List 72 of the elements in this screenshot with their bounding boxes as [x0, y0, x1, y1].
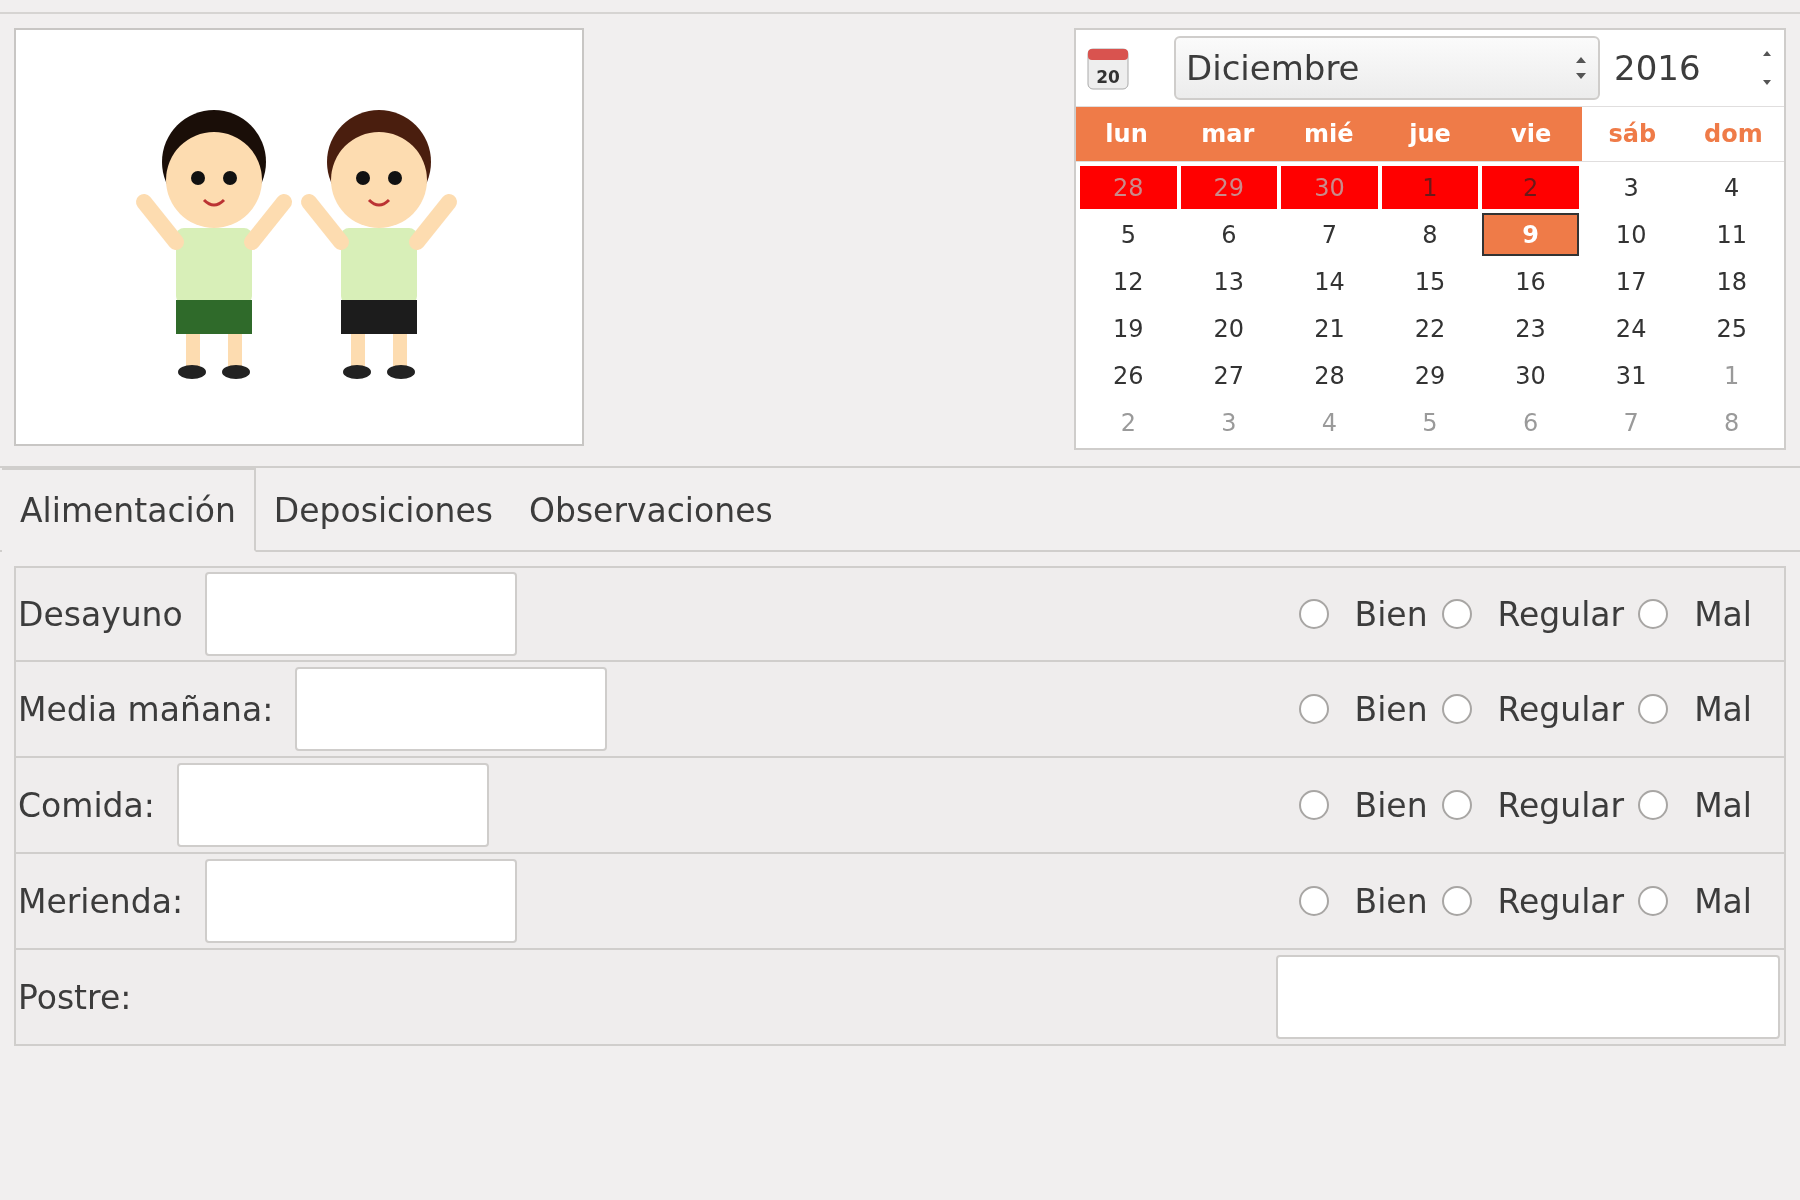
field-label: Comida:	[18, 785, 155, 825]
calendar-day[interactable]: 13	[1180, 260, 1278, 303]
weekday-header: vie	[1480, 106, 1582, 161]
calendar-day[interactable]: 4	[1683, 166, 1780, 209]
calendar-day[interactable]: 12	[1080, 260, 1177, 303]
radio-button[interactable]	[1298, 694, 1329, 724]
field-label: Desayuno	[18, 594, 183, 634]
input-field[interactable]	[1276, 955, 1780, 1039]
input-field[interactable]	[176, 763, 489, 847]
radio-option[interactable]: Regular	[1441, 785, 1625, 825]
calendar-day[interactable]: 6	[1180, 213, 1278, 256]
radio-button[interactable]	[1638, 599, 1669, 629]
field-label: Media mañana:	[18, 689, 274, 729]
radio-button[interactable]	[1638, 790, 1669, 820]
radio-button[interactable]	[1638, 886, 1669, 916]
tab[interactable]: Deposiciones	[255, 468, 511, 552]
calendar-day[interactable]: 22	[1381, 307, 1479, 350]
calendar-day[interactable]: 17	[1582, 260, 1680, 303]
radio-option[interactable]: Mal	[1638, 785, 1752, 825]
radio-option[interactable]: Regular	[1441, 594, 1625, 634]
weekday-header: lun	[1076, 106, 1178, 161]
calendar-day[interactable]: 26	[1080, 354, 1177, 397]
calendar-day[interactable]: 28	[1281, 354, 1378, 397]
radio-option[interactable]: Regular	[1441, 881, 1625, 921]
calendar-day[interactable]: 21	[1281, 307, 1378, 350]
radio-button[interactable]	[1441, 790, 1472, 820]
field-label: Postre:	[18, 977, 132, 1017]
radio-button[interactable]	[1441, 886, 1472, 916]
radio-option[interactable]: Regular	[1441, 689, 1625, 729]
input-field[interactable]	[204, 572, 517, 656]
radio-button[interactable]	[1298, 790, 1329, 820]
tab[interactable]: Alimentación	[2, 468, 256, 552]
calendar-day[interactable]: 15	[1381, 260, 1479, 303]
calendar-day[interactable]: 18	[1683, 260, 1780, 303]
calendar-day[interactable]: 3	[1582, 166, 1680, 209]
calendar-day[interactable]: 8	[1381, 213, 1479, 256]
radio-button[interactable]	[1298, 599, 1329, 629]
radio-option[interactable]: Mal	[1638, 881, 1752, 921]
calendar-day[interactable]: 27	[1180, 354, 1278, 397]
radio-button[interactable]	[1298, 886, 1329, 916]
calendar-day[interactable]: 10	[1582, 213, 1680, 256]
month-spinner[interactable]: Diciembre	[1174, 35, 1600, 100]
radio-option[interactable]: Mal	[1638, 594, 1752, 634]
calendar-day[interactable]: 30	[1482, 354, 1579, 397]
radio-option[interactable]: Bien	[1298, 689, 1428, 729]
calendar-day[interactable]: 29	[1381, 354, 1479, 397]
radio-option[interactable]: Mal	[1638, 689, 1752, 729]
calendar-day[interactable]: 14	[1281, 260, 1378, 303]
radio-button[interactable]	[1441, 694, 1472, 724]
weekday-header: jue	[1379, 106, 1481, 161]
calendar-day[interactable]: 31	[1582, 354, 1680, 397]
calendar-day[interactable]: 19	[1080, 307, 1177, 350]
radio-option[interactable]: Bien	[1298, 594, 1428, 634]
radio-option[interactable]: Bien	[1298, 881, 1428, 921]
calendar-day[interactable]: 25	[1683, 307, 1780, 350]
radio-option[interactable]: Bien	[1298, 785, 1428, 825]
calendar-day[interactable]: 24	[1582, 307, 1680, 350]
radio-button[interactable]	[1441, 599, 1472, 629]
year-spinner[interactable]: 2016	[1614, 47, 1774, 88]
input-field[interactable]	[295, 667, 608, 751]
weekday-header: mar	[1177, 106, 1279, 161]
tab[interactable]: Observaciones	[511, 468, 791, 552]
calendar-day[interactable]: 23	[1482, 307, 1579, 350]
field-label: Merienda:	[18, 881, 184, 921]
weekday-header: mié	[1278, 106, 1380, 161]
calendar-day[interactable]: 16	[1482, 260, 1579, 303]
calendar-day[interactable]: 5	[1080, 213, 1177, 256]
radio-button[interactable]	[1638, 694, 1669, 724]
input-field[interactable]	[205, 859, 518, 943]
calendar-day[interactable]: 20	[1180, 307, 1278, 350]
calendar-day[interactable]: 11	[1683, 213, 1780, 256]
calendar-day[interactable]: 7	[1281, 213, 1378, 256]
